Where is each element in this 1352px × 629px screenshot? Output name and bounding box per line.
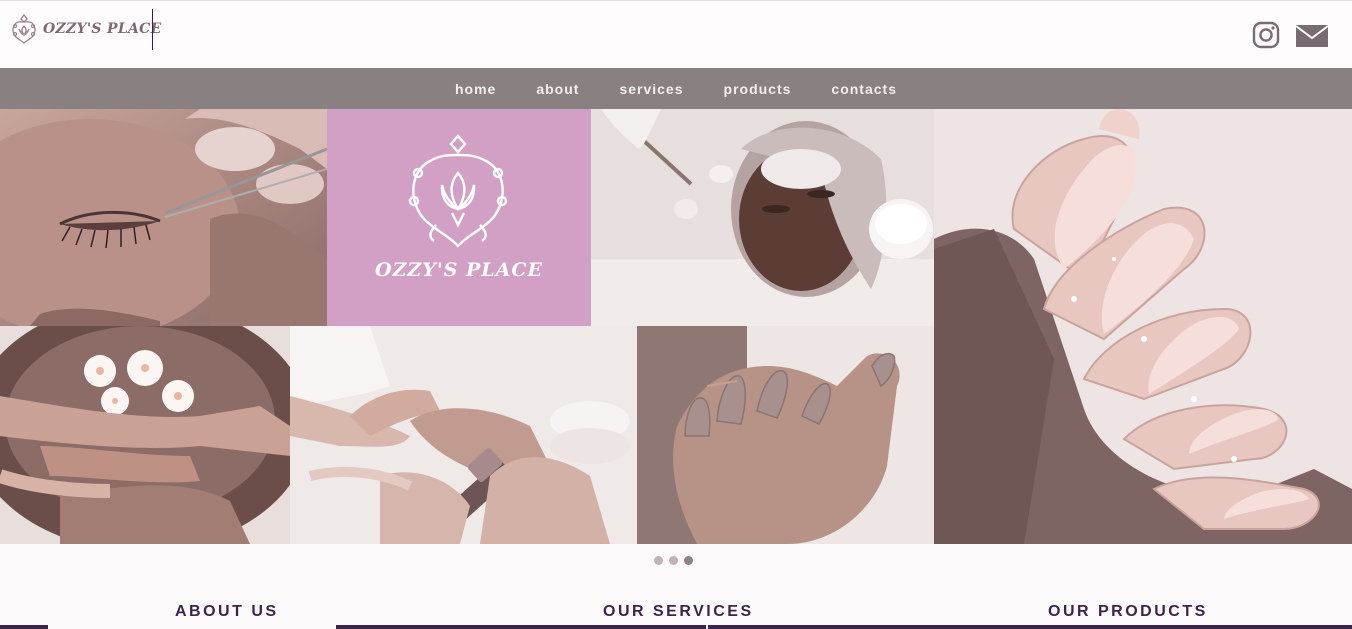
text-cursor: [152, 9, 153, 50]
services-underline: [336, 625, 706, 629]
eyelash-extension-photo: [0, 109, 327, 326]
nav-contacts[interactable]: contacts: [831, 81, 897, 97]
header: OZZY'S PLACE: [0, 0, 1352, 68]
lotus-emblem-icon: OZZY'S PLACE: [375, 134, 543, 281]
hero-brand-text: OZZY'S PLACE: [375, 259, 543, 281]
mail-icon[interactable]: [1296, 24, 1328, 48]
lotus-logo-icon: [12, 13, 36, 44]
pedicure-bowl-photo: [0, 326, 290, 544]
carousel-dot-2[interactable]: [669, 556, 678, 565]
instagram-icon[interactable]: [1252, 21, 1280, 49]
carousel-dot-3[interactable]: [684, 556, 693, 565]
our-services-heading: OUR SERVICES: [603, 603, 754, 620]
nav-home[interactable]: home: [455, 81, 496, 97]
main-nav: home about services products contacts: [0, 68, 1352, 109]
carousel-dot-1[interactable]: [654, 556, 663, 565]
our-products-heading: OUR PRODUCTS: [1048, 603, 1208, 620]
brand-logo-tile: OZZY'S PLACE: [327, 109, 591, 326]
hero-collage: OZZY'S PLACE: [0, 109, 1352, 544]
nav-products[interactable]: products: [724, 81, 792, 97]
nude-nails-photo: [637, 326, 934, 544]
nav-about[interactable]: about: [536, 81, 579, 97]
nav-services[interactable]: services: [619, 81, 683, 97]
carousel-dots: [654, 556, 693, 565]
logo-text: OZZY'S PLACE: [43, 21, 162, 37]
about-underline-left: [0, 625, 48, 629]
products-underline: [708, 625, 1352, 629]
facial-treatment-photo: [591, 109, 934, 326]
almond-nails-photo: [934, 109, 1352, 544]
site-logo[interactable]: OZZY'S PLACE: [10, 13, 162, 45]
about-us-heading: ABOUT US: [175, 603, 279, 620]
manicure-photo: [290, 326, 637, 544]
